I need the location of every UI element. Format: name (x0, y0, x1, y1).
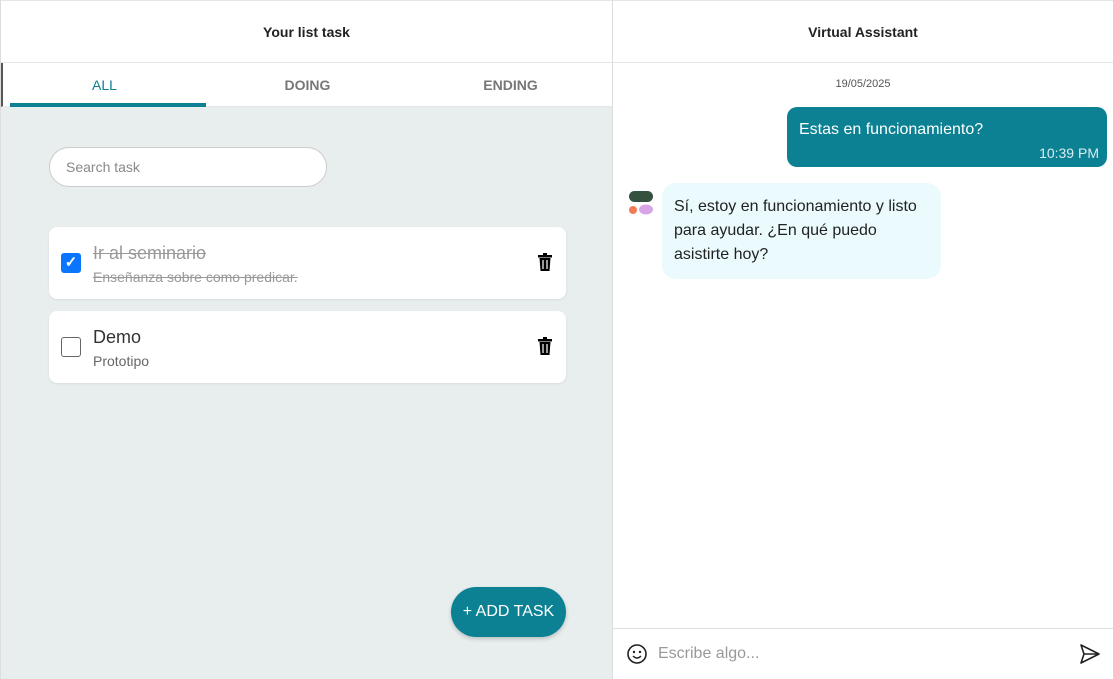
task-item: ✓ Ir al seminario Enseñanza sobre como p… (49, 227, 566, 299)
task-description: Prototipo (93, 353, 150, 369)
search-input[interactable] (49, 147, 327, 187)
chat-date: 19/05/2025 (835, 78, 891, 90)
task-panel: Your list task ALL DOING ENDING ✓ Ir al … (0, 0, 613, 679)
task-title: Demo (93, 327, 142, 347)
message-time: 10:39 PM (1039, 145, 1099, 161)
chat-input[interactable] (658, 645, 1079, 663)
tab-all[interactable]: ALL (3, 63, 206, 107)
tab-doing[interactable]: DOING (206, 63, 409, 106)
task-title: Ir al seminario (93, 243, 207, 263)
trash-icon[interactable] (538, 337, 552, 355)
add-task-button[interactable]: + ADD TASK (451, 587, 566, 637)
task-checkbox[interactable]: ✓ (61, 253, 81, 273)
assistant-title: Virtual Assistant (613, 0, 1113, 63)
bot-message: Sí, estoy en funcionamiento y listo para… (662, 183, 941, 279)
assistant-panel: Virtual Assistant 19/05/2025 Estas en fu… (613, 0, 1113, 679)
emoji-icon[interactable] (626, 643, 648, 665)
tab-bar: ALL DOING ENDING (1, 63, 612, 107)
trash-icon[interactable] (538, 253, 552, 271)
task-list-area: ✓ Ir al seminario Enseñanza sobre como p… (1, 107, 612, 679)
task-checkbox[interactable] (61, 337, 81, 357)
bot-avatar-icon (629, 191, 653, 215)
user-message: Estas en funcionamiento? 10:39 PM (787, 107, 1107, 167)
tab-ending[interactable]: ENDING (409, 63, 612, 106)
task-description: Enseñanza sobre como predicar. (93, 269, 298, 285)
task-panel-title: Your list task (1, 0, 612, 63)
task-item: Demo Prototipo (49, 311, 566, 383)
chat-input-bar (613, 628, 1113, 679)
send-icon[interactable] (1079, 643, 1101, 665)
message-text: Estas en funcionamiento? (799, 121, 984, 138)
